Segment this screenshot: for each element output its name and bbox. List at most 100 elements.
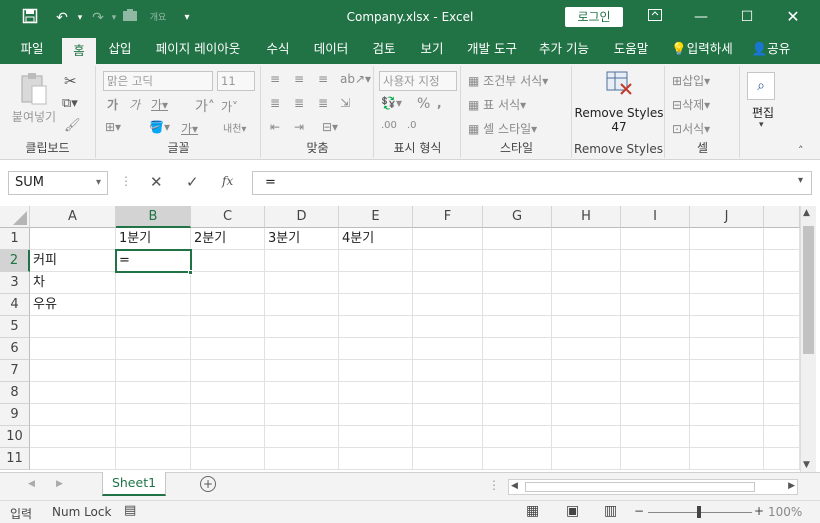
- zoom-level[interactable]: 100%: [768, 505, 802, 519]
- cell-C1[interactable]: 2분기: [191, 228, 265, 250]
- grid-cell[interactable]: [621, 360, 690, 382]
- cell-styles-button[interactable]: ▦ 셀 스타일▾: [468, 120, 537, 137]
- grid-cell[interactable]: [483, 426, 552, 448]
- grid-cell[interactable]: [30, 448, 116, 470]
- sheet-tab-sheet1[interactable]: Sheet1: [102, 472, 166, 496]
- cell-A3[interactable]: 차: [30, 272, 116, 294]
- grid-cell[interactable]: [621, 228, 690, 250]
- grid-cell[interactable]: [690, 228, 764, 250]
- column-header[interactable]: B: [116, 206, 191, 228]
- grid-cell[interactable]: [621, 250, 690, 272]
- row-header[interactable]: 1: [0, 228, 30, 250]
- row-header[interactable]: 4: [0, 294, 30, 316]
- grid-cell[interactable]: [764, 228, 800, 250]
- cell-D1[interactable]: 3분기: [265, 228, 339, 250]
- column-header[interactable]: G: [483, 206, 552, 228]
- grid-cell[interactable]: [621, 316, 690, 338]
- row-header[interactable]: 7: [0, 360, 30, 382]
- tab-splitter-icon[interactable]: ⋮: [488, 478, 500, 492]
- grid-cell[interactable]: [690, 426, 764, 448]
- formula-input[interactable]: =: [252, 171, 812, 195]
- grid-cell[interactable]: [483, 272, 552, 294]
- add-sheet-icon[interactable]: +: [200, 476, 216, 492]
- tab-page-layout[interactable]: 페이지 레이아웃: [148, 36, 248, 64]
- paste-icon[interactable]: [20, 72, 48, 106]
- grid-cell[interactable]: [265, 316, 339, 338]
- grid-cell[interactable]: [483, 250, 552, 272]
- font-color-icon[interactable]: 가▾: [181, 120, 198, 137]
- grid-cell[interactable]: [552, 360, 621, 382]
- grid-cell[interactable]: [116, 316, 191, 338]
- grid-cell[interactable]: [483, 360, 552, 382]
- macro-record-icon[interactable]: ▤: [124, 503, 136, 518]
- grid-cell[interactable]: [339, 294, 413, 316]
- grid-cell[interactable]: [191, 448, 265, 470]
- wrap-text-icon[interactable]: ⇲: [340, 96, 350, 110]
- row-header[interactable]: 10: [0, 426, 30, 448]
- grid-cell[interactable]: [621, 382, 690, 404]
- scroll-down-icon[interactable]: ▼: [803, 460, 810, 470]
- name-box[interactable]: SUM ▾: [8, 171, 108, 195]
- grid-cell[interactable]: [265, 448, 339, 470]
- grid-cell[interactable]: [265, 426, 339, 448]
- grid-cell[interactable]: [413, 250, 483, 272]
- cell-B1[interactable]: 1분기: [116, 228, 191, 250]
- grid-cell[interactable]: [413, 228, 483, 250]
- grid-cell[interactable]: [413, 448, 483, 470]
- horizontal-scrollbar[interactable]: ◀ ▶: [508, 479, 798, 495]
- grid-cell[interactable]: [339, 250, 413, 272]
- grid-cell[interactable]: [552, 448, 621, 470]
- italic-icon[interactable]: 가: [129, 96, 140, 113]
- scroll-up-icon[interactable]: ▲: [803, 208, 810, 218]
- close-icon[interactable]: ✕: [770, 0, 816, 34]
- row-header[interactable]: 8: [0, 382, 30, 404]
- decrease-indent-icon[interactable]: ⇤: [270, 120, 280, 134]
- column-header[interactable]: [764, 206, 800, 228]
- grid-cell[interactable]: [483, 228, 552, 250]
- grid-cell[interactable]: [339, 338, 413, 360]
- grid-cell[interactable]: [552, 404, 621, 426]
- grid-cell[interactable]: [690, 316, 764, 338]
- format-as-table-button[interactable]: ▦ 표 서식▾: [468, 96, 526, 113]
- conditional-format-button[interactable]: ▦ 조건부 서식▾: [468, 72, 548, 89]
- insert-cells-button[interactable]: ⊞삽입▾: [672, 72, 710, 89]
- grid-cell[interactable]: [621, 294, 690, 316]
- grid-cell[interactable]: [191, 316, 265, 338]
- grid-cell[interactable]: [265, 250, 339, 272]
- comma-icon[interactable]: ,: [437, 96, 442, 110]
- grid-cell[interactable]: [764, 272, 800, 294]
- grid-cell[interactable]: [690, 448, 764, 470]
- grid-cell[interactable]: [483, 448, 552, 470]
- grid-cell[interactable]: [413, 294, 483, 316]
- cell-E1[interactable]: 4분기: [339, 228, 413, 250]
- grid-cell[interactable]: [191, 404, 265, 426]
- tell-me-box[interactable]: 💡입력하세: [664, 36, 740, 64]
- delete-cells-button[interactable]: ⊟삭제▾: [672, 96, 710, 113]
- row-header[interactable]: 3: [0, 272, 30, 294]
- grid-cell[interactable]: [339, 382, 413, 404]
- merge-center-icon[interactable]: ⊟▾: [322, 120, 338, 134]
- grid-cell[interactable]: [621, 338, 690, 360]
- login-button[interactable]: 로그인: [565, 7, 623, 27]
- grid-cell[interactable]: [413, 338, 483, 360]
- row-header[interactable]: 6: [0, 338, 30, 360]
- grid-cell[interactable]: [265, 360, 339, 382]
- cell-A4[interactable]: 우유: [30, 294, 116, 316]
- grid-cell[interactable]: [690, 360, 764, 382]
- grid-cell[interactable]: [764, 250, 800, 272]
- grid-cell[interactable]: [690, 404, 764, 426]
- paste-label[interactable]: 붙여넣기: [6, 108, 62, 125]
- grid-cell[interactable]: [191, 426, 265, 448]
- grid-cell[interactable]: [339, 272, 413, 294]
- tab-help[interactable]: 도움말: [604, 36, 658, 64]
- align-bottom-icon[interactable]: ≡: [318, 72, 328, 86]
- tab-file[interactable]: 파일: [8, 36, 56, 64]
- phonetic-icon[interactable]: 내천▾: [223, 120, 246, 135]
- orientation-icon[interactable]: ab↗▾: [340, 72, 371, 86]
- grid-cell[interactable]: [690, 338, 764, 360]
- grid-cell[interactable]: [552, 426, 621, 448]
- grid-cell[interactable]: [191, 382, 265, 404]
- name-box-dropdown-icon[interactable]: ▾: [96, 172, 101, 194]
- percent-icon[interactable]: %: [417, 96, 430, 112]
- grid-cell[interactable]: [483, 382, 552, 404]
